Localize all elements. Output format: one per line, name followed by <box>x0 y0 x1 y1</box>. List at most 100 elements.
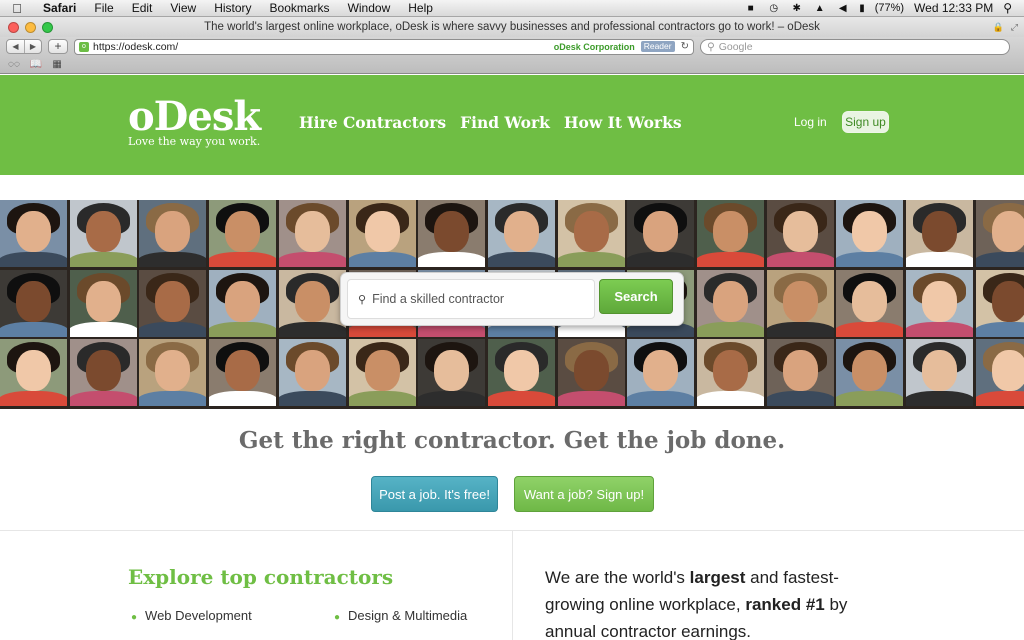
explore-title: Explore top contractors <box>128 565 394 589</box>
time-machine-icon[interactable]: ◷ <box>767 2 780 14</box>
category-label: Web Development <box>145 608 252 623</box>
contractor-photo <box>767 339 834 406</box>
top-sites-icon[interactable]: ▦ <box>52 59 61 70</box>
window-titlebar: The world's largest online workplace, oD… <box>0 17 1024 37</box>
contractor-search-input[interactable]: ⚲ Find a skilled contractor <box>347 279 595 319</box>
battery-percent: (77%) <box>874 2 905 14</box>
menu-view[interactable]: View <box>161 0 205 17</box>
contractor-photo <box>70 339 137 406</box>
contractor-photo <box>279 200 346 267</box>
post-job-button[interactable]: Post a job. It's free! <box>371 476 498 512</box>
contractor-photo <box>488 200 555 267</box>
wifi-icon[interactable]: ▲ <box>813 2 826 14</box>
menu-help[interactable]: Help <box>399 0 442 17</box>
reader-button[interactable]: Reader <box>640 41 675 52</box>
zoom-window-button[interactable] <box>42 21 53 33</box>
forward-button[interactable]: ▶ <box>24 40 41 53</box>
reading-list-icon[interactable]: ◌◌ <box>8 59 20 70</box>
battery-icon[interactable]: ▮ <box>859 3 865 14</box>
contractor-photo <box>767 200 834 267</box>
menu-edit[interactable]: Edit <box>123 0 162 17</box>
contractor-photo <box>418 200 485 267</box>
bookmarks-bar: ◌◌ 📖 ▦ <box>0 56 1024 74</box>
nav-find-work[interactable]: Find Work <box>460 113 550 132</box>
category-web-development[interactable]: ● Web Development <box>131 608 252 623</box>
login-link[interactable]: Log in <box>794 115 827 129</box>
contractor-photo <box>976 339 1024 406</box>
status-area: ■ ◷ ✱ ▲ ◀ ▮ (77%) Wed 12:33 PM ⚲ <box>744 1 1024 15</box>
contractor-photo <box>349 339 416 406</box>
clock[interactable]: Wed 12:33 PM <box>914 1 993 15</box>
url-text: https://odesk.com/ <box>93 40 179 53</box>
search-button[interactable]: Search <box>599 279 673 314</box>
site-favicon-icon: o <box>79 41 89 52</box>
want-job-button[interactable]: Want a job? Sign up! <box>514 476 654 512</box>
address-bar[interactable]: o https://odesk.com/ oDesk Corporation R… <box>74 38 694 55</box>
menu-window[interactable]: Window <box>339 0 400 17</box>
search-placeholder: Find a skilled contractor <box>372 292 505 306</box>
contractor-photo <box>209 339 276 406</box>
category-label: Design & Multimedia <box>348 608 468 623</box>
bullet-icon: ● <box>334 612 341 623</box>
menu-file[interactable]: File <box>85 0 122 17</box>
reload-icon[interactable]: ↻ <box>681 41 689 52</box>
page-tagline: Get the right contractor. Get the job do… <box>238 427 786 454</box>
close-window-button[interactable] <box>8 21 19 33</box>
site-header: oDesk Love the way you work. Hire Contra… <box>0 75 1024 175</box>
contractor-photo <box>627 200 694 267</box>
evernote-icon[interactable]: ■ <box>744 2 757 14</box>
search-icon: ⚲ <box>358 293 367 306</box>
back-button[interactable]: ◀ <box>7 40 24 53</box>
contractor-photo <box>767 270 834 337</box>
lock-icon: 🔒 <box>992 21 1004 32</box>
spotlight-icon[interactable]: ⚲ <box>1003 1 1012 15</box>
signup-button[interactable]: Sign up <box>842 111 889 133</box>
fullscreen-icon[interactable]: ⤢ <box>1011 22 1018 33</box>
contractor-photo <box>349 200 416 267</box>
contractor-photo <box>139 200 206 267</box>
bluetooth-icon[interactable]: ✱ <box>790 2 803 14</box>
nav-how-it-works[interactable]: How It Works <box>564 113 682 132</box>
minimize-window-button[interactable] <box>25 21 36 33</box>
apple-menu-icon[interactable]:  <box>0 1 34 16</box>
contractor-photo <box>0 339 67 406</box>
contractor-photo <box>70 200 137 267</box>
contractor-photo <box>836 200 903 267</box>
about-blurb: We are the world's largest and fastest-g… <box>545 564 875 640</box>
category-design-multimedia[interactable]: ● Design & Multimedia <box>334 608 467 623</box>
contractor-photo <box>697 200 764 267</box>
search-placeholder: Google <box>718 40 753 53</box>
menu-bookmarks[interactable]: Bookmarks <box>261 0 339 17</box>
contractor-photo <box>139 270 206 337</box>
main-nav: Hire Contractors Find Work How It Works <box>299 113 682 132</box>
logo-tagline: Love the way you work. <box>128 135 261 148</box>
about-text-1: We are the world's <box>545 568 690 587</box>
certificate-label[interactable]: oDesk Corporation <box>554 42 635 52</box>
add-bookmark-button[interactable]: + <box>48 39 68 54</box>
contractor-photo <box>558 200 625 267</box>
contractor-photo <box>697 270 764 337</box>
contractor-photo <box>209 270 276 337</box>
about-bold-ranked: ranked #1 <box>745 595 825 614</box>
search-field[interactable]: ⚲ Google <box>700 38 1010 55</box>
odesk-logo[interactable]: oDesk Love the way you work. <box>128 97 261 149</box>
contractor-photo <box>976 200 1024 267</box>
bookmarks-icon[interactable]: 📖 <box>30 59 42 70</box>
contractor-photo <box>279 270 346 337</box>
menu-app[interactable]: Safari <box>34 0 85 17</box>
contractor-photo <box>906 270 973 337</box>
contractor-photo <box>209 200 276 267</box>
web-page: oDesk Love the way you work. Hire Contra… <box>0 75 1024 640</box>
contractor-photo <box>418 339 485 406</box>
column-divider <box>512 530 513 640</box>
contractor-photo <box>0 200 67 267</box>
nav-hire-contractors[interactable]: Hire Contractors <box>299 113 446 132</box>
search-icon: ⚲ <box>707 40 715 53</box>
volume-icon[interactable]: ◀ <box>836 2 849 14</box>
contractor-photo <box>836 270 903 337</box>
menu-history[interactable]: History <box>205 0 260 17</box>
contractor-photo <box>70 270 137 337</box>
contractor-photo <box>906 339 973 406</box>
contractor-photo <box>697 339 764 406</box>
hero-search-box: ⚲ Find a skilled contractor Search <box>340 272 684 326</box>
